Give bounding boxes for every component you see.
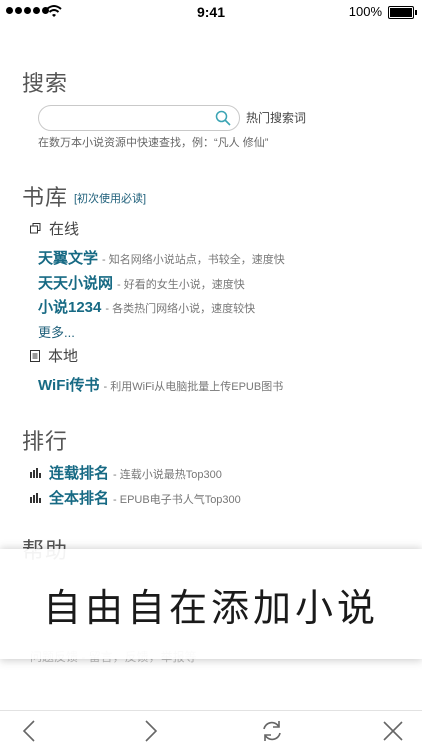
bar-chart-icon [30, 467, 41, 478]
promo-banner: 自由自在添加小说 [0, 549, 422, 659]
online-label: 在线 [49, 221, 80, 238]
browser-toolbar [0, 710, 422, 751]
search-input[interactable] [49, 106, 213, 130]
search-icon[interactable] [215, 110, 231, 126]
online-item-xiaoshuo1234[interactable]: 小说1234 - 各类热门网络小说，速度较快 [38, 296, 255, 317]
local-subsection: 本地 [30, 345, 78, 366]
online-subsection: 在线 [30, 218, 79, 239]
refresh-icon[interactable] [260, 719, 284, 743]
battery-icon [388, 6, 417, 19]
first-use-guide-link[interactable]: [初次使用必读] [74, 190, 146, 206]
forward-icon[interactable] [140, 719, 160, 743]
online-item-desc: - 知名网络小说站点，书较全，速度快 [102, 254, 285, 266]
search-hint: 在数万本小说资源中快速查找，例：“凡人 修仙” [38, 137, 269, 149]
back-icon[interactable] [20, 719, 40, 743]
search-section-title: 搜索 [22, 71, 69, 96]
rank-item-desc: - EPUB电子书人气Top300 [113, 494, 241, 506]
online-item-title[interactable]: 天翼文学 [38, 247, 98, 268]
status-bar: 9:41 100% [0, 0, 422, 24]
bar-chart-icon [30, 492, 41, 503]
online-item-tianyi[interactable]: 天翼文学 - 知名网络小说站点，书较全，速度快 [38, 247, 285, 268]
copy-icon [30, 223, 41, 234]
rank-item-title[interactable]: 连载排名 [49, 462, 109, 483]
local-label: 本地 [48, 348, 79, 365]
online-item-tiantian[interactable]: 天天小说网 - 好看的女生小说，速度快 [38, 272, 245, 293]
battery-percent: 100% [348, 4, 382, 19]
rank-item-serial[interactable]: 连载排名 - 连载小说最热Top300 [30, 462, 222, 483]
hot-search-link[interactable]: 热门搜索词 [246, 109, 306, 126]
ranking-section-title: 排行 [22, 429, 69, 454]
promo-banner-text: 自由自在添加小说 [42, 586, 379, 630]
close-icon[interactable] [382, 719, 404, 743]
more-link[interactable]: 更多... [38, 322, 75, 341]
library-section-title: 书库 [22, 185, 69, 210]
local-item-desc: - 利用WiFi从电脑批量上传EPUB图书 [103, 381, 284, 393]
local-item-wifi[interactable]: WiFi传书 - 利用WiFi从电脑批量上传EPUB图书 [38, 374, 283, 395]
rank-item-title[interactable]: 全本排名 [49, 487, 109, 508]
rank-item-desc: - 连载小说最热Top300 [113, 469, 222, 481]
online-item-desc: - 好看的女生小说，速度快 [117, 279, 245, 291]
online-item-title[interactable]: 天天小说网 [38, 272, 113, 293]
rank-item-complete[interactable]: 全本排名 - EPUB电子书人气Top300 [30, 487, 241, 508]
online-item-title[interactable]: 小说1234 [38, 296, 101, 317]
local-item-title[interactable]: WiFi传书 [38, 374, 100, 395]
online-item-desc: - 各类热门网络小说，速度较快 [105, 303, 256, 315]
search-field[interactable] [38, 105, 240, 131]
document-icon [30, 349, 40, 362]
